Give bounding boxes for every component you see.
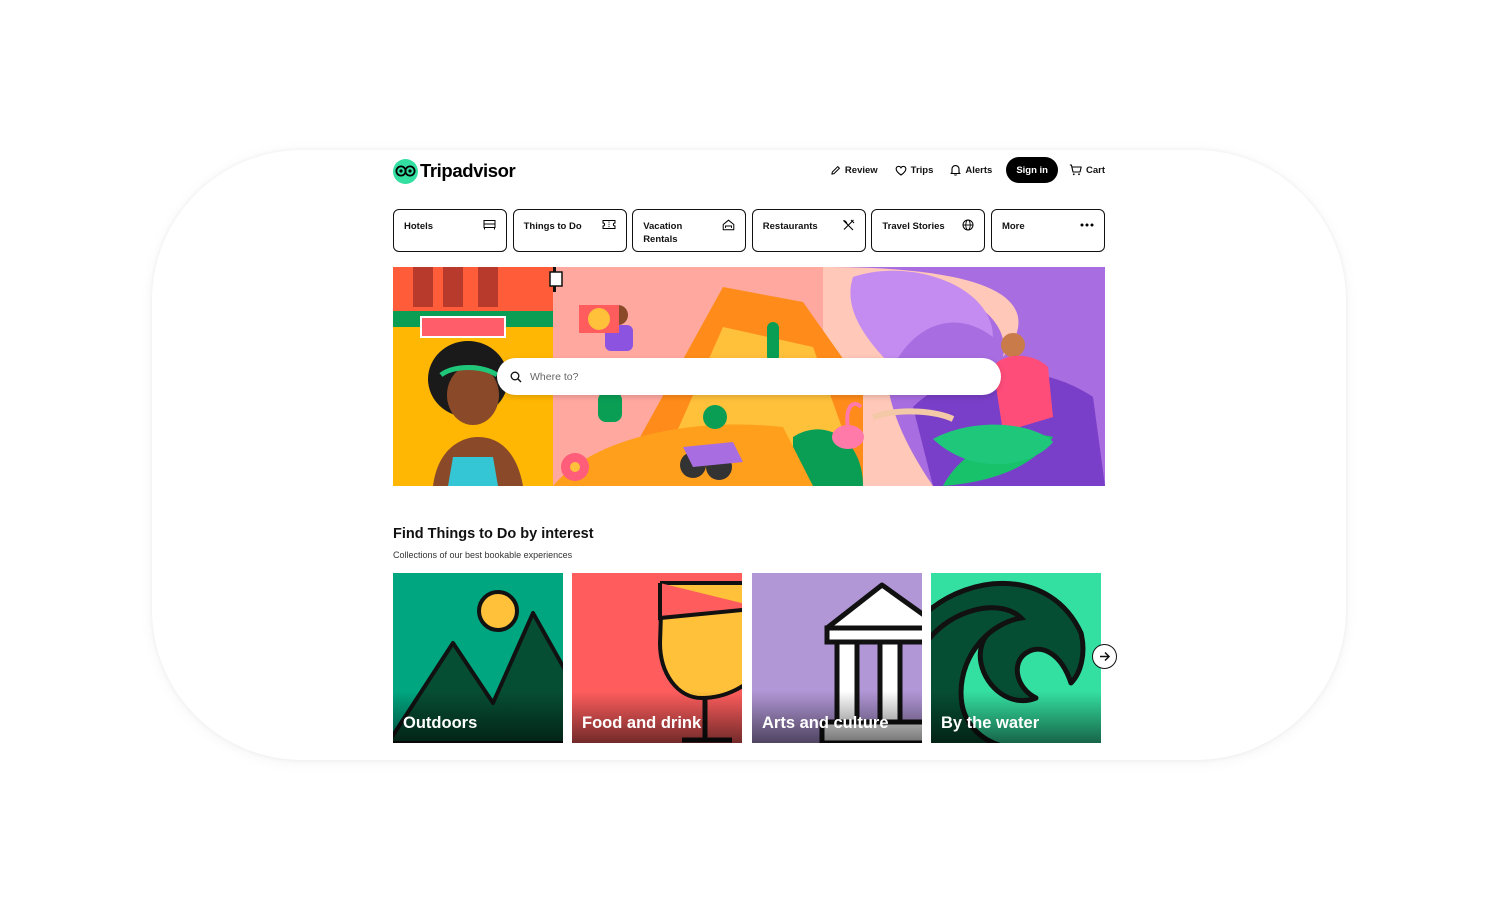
card-label: Outdoors	[403, 714, 478, 732]
fork-knife-icon	[842, 219, 855, 231]
house-icon	[722, 219, 735, 231]
tab-more[interactable]: More	[990, 209, 1105, 252]
trips-label: Trips	[910, 164, 934, 176]
alerts-link[interactable]: Alerts	[950, 157, 992, 183]
card-label: By the water	[941, 714, 1040, 732]
section-title: Find Things to Do by interest	[393, 526, 594, 542]
brand-name: Tripadvisor	[420, 160, 516, 181]
card-arts-and-culture[interactable]: Arts and culture	[752, 573, 922, 743]
tab-hotels[interactable]: Hotels	[393, 209, 507, 252]
bell-icon	[950, 165, 961, 176]
category-tabs: Hotels Things to Do Vacation Rentals Res…	[393, 209, 1105, 252]
sign-in-button[interactable]: Sign in	[1006, 157, 1058, 183]
ticket-icon	[602, 220, 616, 229]
review-label: Review	[844, 164, 878, 176]
tab-label: Things to Do	[523, 221, 582, 232]
tripadvisor-logo[interactable]: Tripadvisor	[393, 158, 516, 184]
search-input[interactable]	[530, 370, 950, 383]
owl-logo-icon	[393, 158, 418, 184]
carousel-next-button[interactable]	[1092, 644, 1117, 669]
card-food-and-drink[interactable]: Food and drink	[572, 573, 742, 743]
cart-icon	[1069, 164, 1082, 176]
arrow-right-icon	[1100, 651, 1111, 662]
more-dots-icon	[1080, 223, 1094, 227]
card-by-the-water[interactable]: By the water	[931, 573, 1101, 743]
search-bar[interactable]	[497, 358, 1001, 395]
section-subtitle: Collections of our best bookable experie…	[393, 550, 573, 560]
alerts-label: Alerts	[965, 164, 993, 176]
top-nav: Review Trips Alerts Sign in Cart	[813, 157, 1105, 183]
interest-cards: Outdoors Food and drink Arts and culture…	[393, 573, 1105, 743]
tab-travel-stories[interactable]: Travel Stories	[871, 209, 986, 252]
card-label: Arts and culture	[762, 714, 889, 732]
trips-link[interactable]: Trips	[895, 157, 934, 183]
cart-link[interactable]: Cart	[1069, 157, 1105, 183]
tab-label: Travel Stories	[882, 221, 945, 232]
review-link[interactable]: Review	[830, 157, 878, 183]
bed-icon	[483, 220, 496, 230]
tab-label: More	[1001, 221, 1025, 232]
search-icon	[510, 371, 522, 382]
heart-icon	[895, 165, 907, 176]
tab-vacation-rentals[interactable]: Vacation Rentals	[632, 209, 747, 252]
card-label: Food and drink	[582, 714, 702, 732]
tab-label: Vacation Rentals	[643, 221, 683, 245]
card-outdoors[interactable]: Outdoors	[393, 573, 563, 743]
tab-things-to-do[interactable]: Things to Do	[512, 209, 627, 252]
tab-label: Restaurants	[762, 221, 818, 232]
pencil-icon	[831, 165, 840, 175]
hero-banner	[393, 267, 1105, 486]
header: Tripadvisor Review Trips Alerts Sign in …	[393, 156, 1105, 186]
tab-restaurants[interactable]: Restaurants	[751, 209, 866, 252]
tab-label: Hotels	[404, 221, 434, 232]
cart-label: Cart	[1085, 164, 1105, 176]
globe-icon	[962, 219, 974, 231]
